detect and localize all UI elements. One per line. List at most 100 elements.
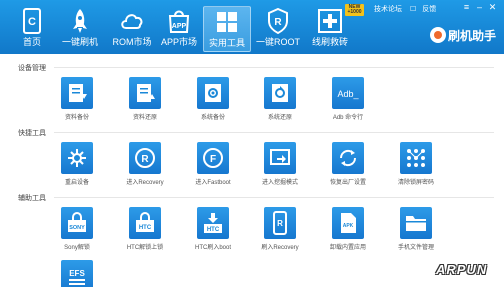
svg-text:HTC: HTC bbox=[207, 227, 220, 233]
grid-icon bbox=[217, 12, 237, 32]
system-restore-icon bbox=[264, 77, 296, 109]
section-title-quick-tools: 快捷工具 bbox=[18, 130, 46, 137]
tool-data-restore[interactable]: 资料还原 bbox=[115, 77, 175, 121]
tool-label: 系统备份 bbox=[200, 115, 225, 121]
top-right-links: 技术论坛 ☐ 反馈 bbox=[374, 4, 442, 14]
tool-label: 清除锁屏密码 bbox=[397, 180, 434, 186]
tool-label: 手机文件管理 bbox=[397, 245, 434, 251]
tool-label: 刷入Recovery bbox=[261, 245, 299, 251]
nav-one-click-root[interactable]: R 一键ROOT bbox=[253, 6, 303, 52]
tool-label: 资料备份 bbox=[64, 115, 89, 121]
new-badge-line2: +1000 bbox=[347, 9, 362, 15]
svg-text:SONY: SONY bbox=[69, 225, 85, 231]
forum-link[interactable]: 技术论坛 bbox=[374, 6, 402, 13]
tool-adb-terminal[interactable]: Adb_ Adb 命令行 bbox=[318, 77, 378, 121]
nav-rom-market-label: ROM市场 bbox=[112, 37, 152, 47]
tool-label: Adb 命令行 bbox=[332, 115, 364, 121]
fastboot-icon: F bbox=[197, 142, 229, 174]
svg-text:APP: APP bbox=[172, 23, 187, 30]
tool-label: 进入Recovery bbox=[126, 180, 164, 186]
svg-text:C: C bbox=[28, 16, 36, 28]
tool-reboot-device[interactable]: 重启设备 bbox=[47, 142, 107, 186]
tool-system-restore[interactable]: 系统还原 bbox=[250, 77, 310, 121]
uninstall-app-icon: APK bbox=[332, 207, 364, 239]
htc-unlock-icon: HTC bbox=[129, 207, 161, 239]
file-manager-icon bbox=[400, 207, 432, 239]
section-divider bbox=[54, 132, 494, 133]
rocket-icon bbox=[73, 9, 87, 33]
section-title-device-management: 设备管理 bbox=[18, 65, 46, 72]
nav-one-click-flash[interactable]: 一键刷机 bbox=[56, 6, 104, 52]
tool-label: 资料还原 bbox=[132, 115, 157, 121]
new-badge: NEW +1000 bbox=[345, 4, 364, 16]
tool-label: Sony解锁 bbox=[64, 245, 90, 251]
nav-home-label: 首页 bbox=[22, 37, 41, 47]
nav-utilities[interactable]: 实用工具 bbox=[203, 6, 251, 52]
tool-enter-dig-mode[interactable]: 进入挖掘模式 bbox=[250, 142, 310, 186]
tool-sony-unlock[interactable]: SONY Sony解锁 bbox=[47, 207, 107, 251]
svg-text:R: R bbox=[277, 219, 283, 228]
cloud-icon bbox=[121, 14, 143, 29]
efs-icon: EFS bbox=[61, 260, 93, 287]
svg-text:HTC: HTC bbox=[139, 225, 152, 231]
nav-one-click-root-label: 一键ROOT bbox=[256, 37, 300, 47]
tool-clear-lock-password[interactable]: 清除锁屏密码 bbox=[386, 142, 446, 186]
nav-app-market-label: APP市场 bbox=[160, 37, 197, 47]
feedback-link[interactable]: 反馈 bbox=[422, 6, 436, 13]
root-shield-icon: R bbox=[268, 8, 288, 34]
app-bag-icon: APP bbox=[168, 10, 190, 33]
svg-text:APK: APK bbox=[343, 223, 354, 229]
reboot-icon bbox=[61, 142, 93, 174]
adb-terminal-icon: Adb_ bbox=[332, 77, 364, 109]
svg-text:F: F bbox=[210, 154, 216, 165]
svg-text:R: R bbox=[274, 17, 282, 28]
brand-logo-icon bbox=[430, 27, 446, 43]
tool-data-backup[interactable]: 资料备份 bbox=[47, 77, 107, 121]
data-restore-icon bbox=[129, 77, 161, 109]
tool-label: 卸载内置应用 bbox=[329, 245, 366, 251]
sony-unlock-icon: SONY bbox=[61, 207, 93, 239]
tool-label: HTC解锁上锁 bbox=[126, 245, 164, 251]
arpun-watermark: ARPUN bbox=[436, 262, 488, 277]
phone-c-icon: C bbox=[23, 8, 41, 34]
tool-label: 进入挖掘模式 bbox=[261, 180, 298, 186]
section-divider bbox=[54, 197, 494, 198]
nav-home[interactable]: C 首页 bbox=[8, 6, 56, 52]
nav-app-market[interactable]: APP APP市场 bbox=[154, 6, 204, 52]
tool-efs[interactable]: EFS bbox=[47, 260, 107, 287]
factory-reset-icon bbox=[332, 142, 364, 174]
tool-factory-reset[interactable]: 恢复出厂设置 bbox=[318, 142, 378, 186]
tool-label: 进入Fastboot bbox=[195, 180, 231, 186]
tool-uninstall-builtin-apps[interactable]: APK 卸载内置应用 bbox=[318, 207, 378, 251]
clear-lock-icon bbox=[400, 142, 432, 174]
nav-rom-market[interactable]: ROM市场 bbox=[106, 6, 158, 52]
svg-text:EFS: EFS bbox=[69, 269, 85, 278]
tool-enter-fastboot[interactable]: F 进入Fastboot bbox=[183, 142, 243, 186]
minimize-icon[interactable]: – bbox=[475, 3, 484, 12]
brand: 刷机助手 bbox=[430, 26, 496, 46]
dig-mode-icon bbox=[264, 142, 296, 174]
nav-utilities-label: 实用工具 bbox=[208, 38, 245, 48]
nav-one-click-flash-label: 一键刷机 bbox=[61, 37, 98, 47]
flash-recovery-icon: R bbox=[264, 207, 296, 239]
tool-phone-file-manager[interactable]: 手机文件管理 bbox=[386, 207, 446, 251]
tool-label: HTC刷入boot bbox=[194, 245, 231, 251]
tool-label: 重启设备 bbox=[64, 180, 89, 186]
section-divider bbox=[54, 67, 494, 68]
tool-enter-recovery[interactable]: R 进入Recovery bbox=[115, 142, 175, 186]
tool-flash-recovery[interactable]: R 刷入Recovery bbox=[250, 207, 310, 251]
tool-system-backup[interactable]: 系统备份 bbox=[183, 77, 243, 121]
system-backup-icon bbox=[197, 77, 229, 109]
tool-label: 系统还原 bbox=[267, 115, 292, 121]
recovery-icon: R bbox=[129, 142, 161, 174]
nav-line-flash-rescue-label: 线刷救砖 bbox=[311, 37, 348, 47]
tool-htc-flash-boot[interactable]: HTC HTC刷入boot bbox=[183, 207, 243, 251]
htc-boot-icon: HTC bbox=[197, 207, 229, 239]
menu-icon[interactable]: ≡ bbox=[462, 3, 471, 12]
utilities-content: 设备管理 资料备份 资料还原 系统备份 系统还原 Adb_ Adb 命令行 快捷… bbox=[0, 54, 504, 287]
close-icon[interactable]: ✕ bbox=[488, 3, 497, 12]
svg-text:Adb_: Adb_ bbox=[337, 89, 359, 99]
tool-htc-unlock-lock[interactable]: HTC HTC解锁上锁 bbox=[115, 207, 175, 251]
top-navigation-bar: C 首页 一键刷机 ROM市场 APP APP市场 实用工具 R 一键ROOT … bbox=[0, 0, 504, 54]
data-backup-icon bbox=[61, 77, 93, 109]
